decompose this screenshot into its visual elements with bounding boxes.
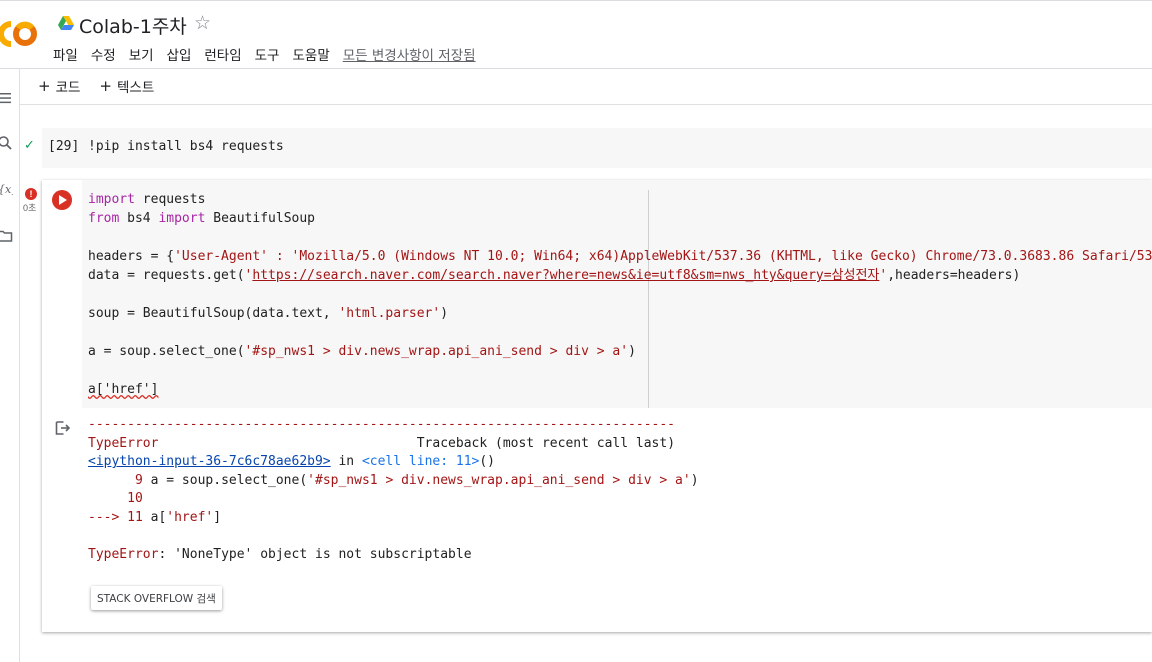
menu-file[interactable]: 파일: [53, 44, 78, 64]
traceback-line-9: 9 a = soup.select_one('#sp_nws1 > div.ne…: [88, 473, 699, 488]
star-icon[interactable]: ☆: [194, 12, 211, 35]
add-code-label: 코드: [55, 80, 81, 96]
add-code-button[interactable]: + 코드: [38, 76, 80, 96]
string-literal: 'User-Agent' : 'Mozilla/5.0 (Windows NT …: [174, 249, 1152, 264]
toolbar-divider: [20, 104, 1152, 105]
keyword: from: [88, 211, 120, 226]
code-text: (): [479, 454, 496, 469]
url-link[interactable]: https://search.naver.com/search.naver?wh…: [252, 268, 879, 283]
error-text: : 'NoneType' object is not subscriptable: [158, 546, 472, 562]
code-text: bs4: [119, 211, 159, 226]
traceback-line-10: 10: [88, 491, 143, 506]
menu-help[interactable]: 도움말: [292, 44, 329, 64]
code-text: ): [440, 306, 449, 321]
code-line-4: headers = {'User-Agent' : 'Mozilla/5.0 (…: [88, 249, 1152, 264]
notebook-toolbar: + 코드 + 텍스트: [38, 76, 173, 96]
svg-text:{x}: {x}: [0, 183, 13, 196]
menu-insert[interactable]: 삽입: [167, 44, 192, 64]
code-line-7: soup = BeautifulSoup(data.text, 'html.pa…: [88, 306, 448, 321]
menu-view[interactable]: 보기: [129, 44, 154, 64]
traceback-line-11: ---> 11 a['href']: [88, 510, 221, 525]
traceback-label: Traceback (most recent call last): [416, 435, 676, 451]
variables-icon[interactable]: {x}: [0, 181, 13, 197]
code-text: ): [628, 344, 636, 359]
menu-tools[interactable]: 도구: [255, 44, 280, 64]
code-text: requests: [134, 192, 206, 207]
code-line-1: import requests: [88, 192, 205, 207]
string-literal: '#sp_nws1 > div.news_wrap.api_ani_send >…: [307, 472, 691, 488]
traceback-divider: ----------------------------------------…: [88, 417, 675, 432]
menu-edit[interactable]: 수정: [91, 44, 116, 64]
code-line-2: from bs4 import BeautifulSoup: [88, 211, 315, 226]
menu-icon[interactable]: [0, 90, 13, 106]
run-error-icon[interactable]: [51, 189, 73, 211]
add-text-button[interactable]: + 텍스트: [99, 76, 154, 96]
elapsed-time: 0초: [23, 203, 37, 213]
code-text: in: [330, 454, 362, 469]
notebook-title[interactable]: Colab-1주차: [79, 12, 187, 39]
error-message: TypeError: 'NoneType' object is not subs…: [88, 547, 472, 562]
add-text-label: 텍스트: [117, 80, 155, 96]
code-text: BeautifulSoup: [205, 211, 315, 226]
code-text: a = soup.select_one(: [88, 344, 245, 359]
cell-output: ----------------------------------------…: [88, 416, 699, 564]
code-text: ,headers=headers): [887, 268, 1021, 283]
header-divider: [0, 68, 1152, 69]
code-line-9: a = soup.select_one('#sp_nws1 > div.news…: [88, 344, 636, 359]
save-status[interactable]: 모든 변경사항이 저장됨: [343, 44, 476, 64]
traceback-location: <ipython-input-36-7c6c78ae62b9> in <cell…: [88, 454, 495, 469]
plus-icon: +: [99, 77, 112, 95]
code-text: ]: [213, 509, 222, 525]
code-text: soup = BeautifulSoup(data.text,: [88, 306, 339, 321]
plus-icon: +: [38, 77, 51, 95]
cell-1-code[interactable]: !pip install bs4 requests: [88, 139, 284, 154]
check-icon: ✓: [24, 137, 35, 152]
error-label: TypeError: [88, 546, 159, 562]
string-literal: '#sp_nws1 > div.news_wrap.api_ani_send >…: [244, 344, 629, 359]
code-text: ): [690, 472, 699, 488]
code-text: a = soup.select_one(: [150, 472, 308, 488]
cell-line-ref: <cell line: 11>: [361, 454, 480, 469]
code-line-11: a['href']: [88, 382, 159, 397]
string-literal: 'html.parser': [338, 306, 441, 321]
line-number: 9: [88, 472, 151, 488]
error-badge-icon: !: [25, 188, 37, 200]
output-icon[interactable]: [55, 421, 71, 435]
colab-logo[interactable]: [0, 16, 38, 52]
ipython-input-link[interactable]: <ipython-input-36-7c6c78ae62b9>: [88, 454, 331, 469]
keyword: import: [88, 192, 135, 207]
left-rail: {x}: [0, 69, 20, 662]
string-literal: 'href': [166, 509, 214, 525]
folder-icon[interactable]: [0, 228, 13, 244]
code-text: a[: [150, 509, 167, 525]
menu-runtime[interactable]: 런타임: [204, 44, 241, 64]
execution-count: [29]: [48, 139, 80, 154]
code-text: data = requests.get(: [88, 268, 245, 283]
code-line-5: data = requests.get('https://search.nave…: [88, 268, 1020, 283]
top-border: [0, 0, 1152, 4]
traceback-header: TypeError Traceback (most recent call la…: [88, 436, 675, 451]
error-arrow: ---> 11: [88, 509, 151, 525]
keyword: import: [158, 211, 206, 226]
menu-bar: 파일 수정 보기 삽입 런타임 도구 도움말 모든 변경사항이 저장됨: [53, 44, 476, 64]
code-text: headers = {: [88, 249, 175, 264]
drive-icon[interactable]: [58, 16, 74, 30]
stack-overflow-search-button[interactable]: STACK OVERFLOW 검색: [91, 586, 222, 610]
cell-2-code[interactable]: import requests from bs4 import Beautifu…: [88, 190, 1152, 399]
error-type: TypeError: [88, 435, 159, 451]
search-icon[interactable]: [0, 135, 13, 151]
